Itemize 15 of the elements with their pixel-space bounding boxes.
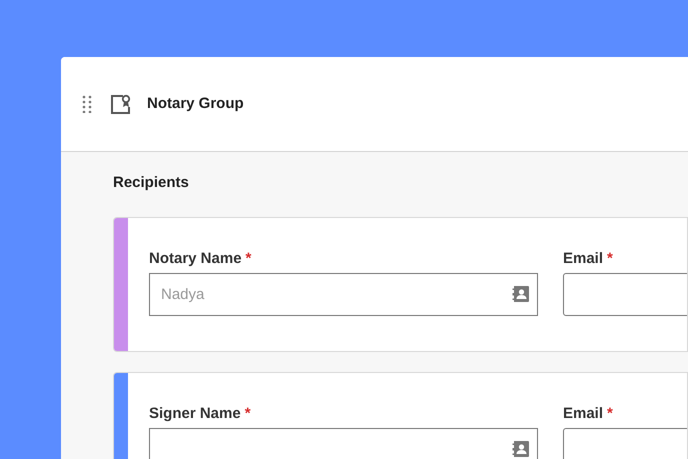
name-label: Signer Name xyxy=(149,404,241,424)
section-title: Recipients xyxy=(113,173,190,193)
required-marker: * xyxy=(244,404,251,424)
email-label: Email xyxy=(563,404,604,424)
panel-title: Notary Group xyxy=(147,94,244,114)
certificate-icon xyxy=(110,94,132,114)
required-marker: * xyxy=(607,248,613,268)
drag-handle-icon[interactable] xyxy=(82,95,92,113)
name-input-field[interactable] xyxy=(149,428,538,459)
required-marker: * xyxy=(607,404,613,424)
email-input-field[interactable] xyxy=(563,272,687,316)
email-label: Email xyxy=(563,248,604,268)
name-input-field[interactable]: Nadya xyxy=(149,272,538,316)
required-marker: * xyxy=(246,248,252,268)
name-label: Notary Name xyxy=(149,248,242,268)
